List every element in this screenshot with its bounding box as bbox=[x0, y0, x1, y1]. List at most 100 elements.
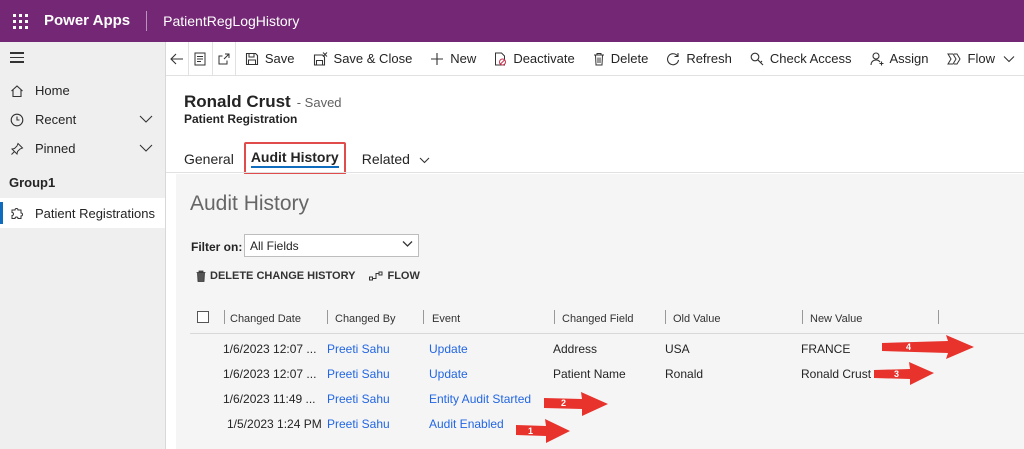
sidebar-item-patient-registrations[interactable]: Patient Registrations bbox=[0, 198, 165, 228]
pin-icon bbox=[9, 141, 25, 157]
column-header[interactable]: New Value bbox=[810, 313, 862, 325]
flow-action-button[interactable]: FLOW bbox=[369, 270, 420, 282]
changed-date-cell: 1/6/2023 12:07 ... bbox=[223, 342, 317, 356]
back-arrow-icon[interactable] bbox=[166, 41, 190, 76]
tab-audit-history-label: Audit History bbox=[250, 149, 339, 165]
changed-date-cell: 1/5/2023 1:24 PM bbox=[227, 417, 322, 431]
sidebar-item-label: Home bbox=[35, 83, 70, 98]
puzzle-icon bbox=[9, 205, 25, 221]
refresh-button-label: Refresh bbox=[686, 51, 732, 66]
event-link[interactable]: Audit Enabled bbox=[429, 417, 504, 431]
record-name: Ronald Crust bbox=[184, 92, 291, 111]
clock-icon bbox=[9, 112, 25, 128]
old-value-cell: Ronald bbox=[665, 367, 704, 381]
select-all-checkbox[interactable] bbox=[197, 311, 209, 323]
new-button-label: New bbox=[450, 51, 477, 66]
audit-actions: DELETE CHANGE HISTORY FLOW bbox=[196, 270, 434, 282]
tab-related[interactable]: Related bbox=[362, 151, 430, 167]
app-name[interactable]: Power Apps bbox=[44, 11, 148, 31]
changed-by-link[interactable]: Preeti Sahu bbox=[327, 392, 390, 406]
event-link[interactable]: Update bbox=[429, 342, 468, 356]
flow-icon bbox=[369, 271, 383, 281]
sidebar-item-label: Pinned bbox=[35, 141, 76, 156]
sidebar-item-recent[interactable]: Recent bbox=[0, 105, 165, 134]
column-header[interactable]: Old Value bbox=[673, 313, 721, 325]
column-divider bbox=[327, 310, 328, 324]
app-launcher-icon[interactable] bbox=[0, 0, 40, 42]
save-button-label: Save bbox=[264, 51, 295, 66]
column-header[interactable]: Changed Date bbox=[230, 313, 301, 325]
delete-button-label: Delete bbox=[610, 51, 649, 66]
delete-change-history-button[interactable]: DELETE CHANGE HISTORY bbox=[196, 270, 355, 282]
filter-select[interactable]: All Fields bbox=[244, 234, 419, 257]
chevron-down-icon[interactable] bbox=[139, 112, 153, 127]
sidebar-item-label: Recent bbox=[35, 112, 77, 127]
record-title: Ronald Crust - Saved bbox=[184, 92, 342, 112]
annotation-label: 4 bbox=[906, 342, 911, 352]
event-link[interactable]: Entity Audit Started bbox=[429, 392, 531, 406]
delete-button[interactable]: Delete bbox=[584, 42, 658, 76]
annotation-label: 2 bbox=[561, 398, 566, 408]
check-access-button[interactable]: Check Access bbox=[741, 42, 861, 76]
delete-change-history-label: DELETE CHANGE HISTORY bbox=[210, 270, 356, 282]
tab-related-label: Related bbox=[361, 150, 410, 167]
record-status: - Saved bbox=[296, 95, 342, 110]
flow-button[interactable]: Flow bbox=[938, 42, 1024, 76]
save-close-icon bbox=[313, 51, 327, 66]
column-divider bbox=[224, 310, 225, 324]
column-divider bbox=[554, 310, 555, 324]
assign-button[interactable]: Assign bbox=[861, 42, 938, 76]
header-divider bbox=[166, 172, 1024, 173]
home-icon bbox=[9, 83, 25, 99]
changed-date-cell: 1/6/2023 12:07 ... bbox=[223, 367, 317, 381]
new-button[interactable]: New bbox=[421, 42, 485, 76]
plus-icon bbox=[431, 52, 444, 65]
audit-history-title: Audit History bbox=[190, 192, 310, 215]
column-header[interactable]: Changed Field bbox=[562, 313, 634, 325]
command-bar: Save Save & Close New Deactivate Delete … bbox=[166, 41, 1024, 76]
sidebar: Home Recent Pinned Group1 Patient Regist… bbox=[0, 42, 166, 449]
column-divider bbox=[802, 310, 803, 324]
save-close-button[interactable]: Save & Close bbox=[304, 42, 422, 76]
event-link[interactable]: Update bbox=[429, 367, 468, 381]
new-value-cell: FRANCE bbox=[801, 342, 851, 356]
chevron-down-icon[interactable] bbox=[139, 141, 153, 156]
deactivate-button-label: Deactivate bbox=[513, 51, 575, 66]
chevron-down-icon[interactable] bbox=[1003, 55, 1015, 63]
sidebar-item-pinned[interactable]: Pinned bbox=[0, 134, 165, 163]
chevron-down-icon bbox=[402, 241, 413, 247]
refresh-button[interactable]: Refresh bbox=[657, 42, 741, 76]
deactivate-button[interactable]: Deactivate bbox=[485, 42, 583, 76]
annotation-label: 1 bbox=[528, 426, 533, 436]
trash-icon bbox=[196, 270, 206, 282]
tab-general[interactable]: General bbox=[184, 151, 234, 167]
grid-header: Changed Date Changed By Event Changed Fi… bbox=[190, 302, 1024, 334]
flow-button-label: Flow bbox=[967, 51, 995, 66]
selected-tab-indicator bbox=[250, 166, 339, 168]
column-header[interactable]: Event bbox=[432, 313, 460, 325]
open-new-window-icon[interactable] bbox=[213, 41, 236, 76]
chevron-down-icon bbox=[419, 157, 430, 163]
form-icon[interactable] bbox=[189, 41, 213, 76]
column-divider bbox=[665, 310, 666, 324]
check-access-button-label: Check Access bbox=[769, 51, 852, 66]
sidebar-item-home[interactable]: Home bbox=[0, 76, 165, 105]
tab-audit-history[interactable]: Audit History bbox=[243, 142, 346, 175]
app-page-name[interactable]: PatientRegLogHistory bbox=[163, 13, 299, 29]
top-bar: Power Apps PatientRegLogHistory bbox=[0, 0, 1024, 42]
assign-button-label: Assign bbox=[889, 51, 929, 66]
changed-by-link[interactable]: Preeti Sahu bbox=[327, 367, 390, 381]
save-button[interactable]: Save bbox=[236, 42, 304, 76]
filter-select-value: All Fields bbox=[250, 239, 299, 253]
old-value-cell: USA bbox=[665, 342, 690, 356]
column-divider bbox=[938, 310, 939, 324]
annotation-arrow-4: 4 bbox=[882, 335, 974, 359]
changed-by-link[interactable]: Preeti Sahu bbox=[327, 342, 390, 356]
changed-by-link[interactable]: Preeti Sahu bbox=[327, 417, 390, 431]
column-header[interactable]: Changed By bbox=[335, 313, 396, 325]
sidebar-item-label: Patient Registrations bbox=[35, 205, 155, 221]
sidebar-group-label: Group1 bbox=[9, 175, 56, 190]
changed-date-cell: 1/6/2023 11:49 ... bbox=[223, 392, 316, 406]
hamburger-menu-icon[interactable] bbox=[0, 42, 165, 76]
annotation-arrow-2: 2 bbox=[544, 392, 608, 416]
